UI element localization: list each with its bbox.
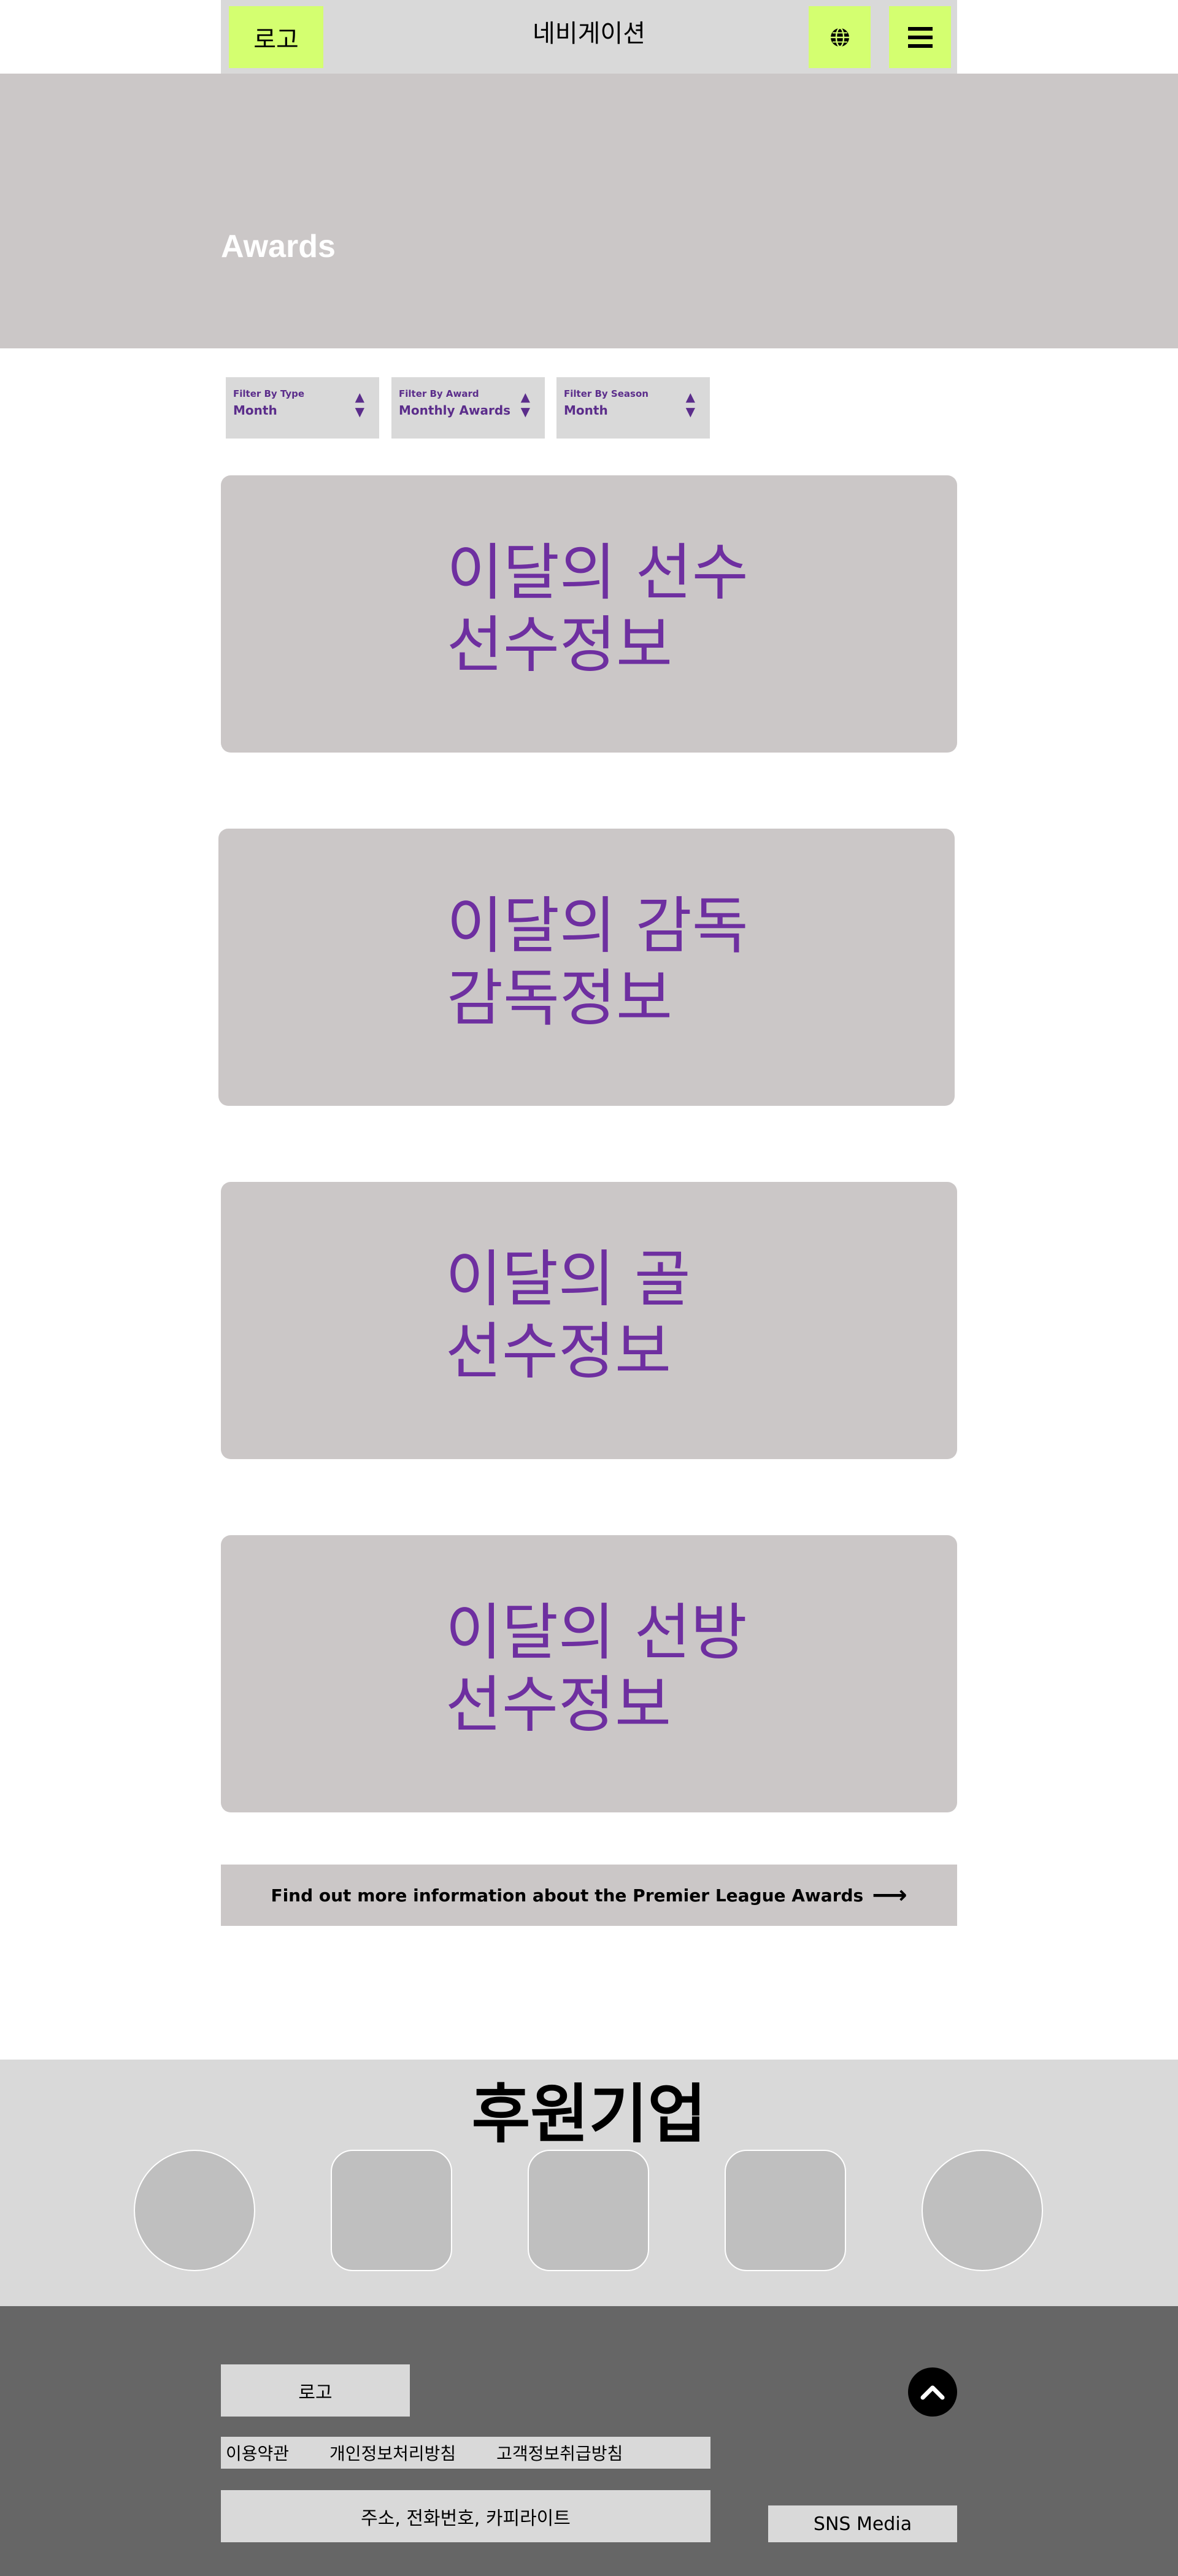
arrow-right-icon: ⟶ (872, 1881, 907, 1909)
logo-label: 로고 (253, 25, 299, 54)
filter-by-season-select[interactable]: Filter By Season Month ▲ ▼ (556, 377, 710, 439)
logo-button[interactable]: 로고 (229, 6, 323, 68)
card-title: 이달의 감독 (447, 890, 749, 962)
globe-icon (830, 27, 849, 47)
award-card-manager-of-month[interactable]: 이달의 감독 감독정보 (218, 829, 955, 1106)
award-card-save-of-month[interactable]: 이달의 선방 선수정보 (221, 1535, 957, 1812)
sponsor-logo[interactable] (134, 2150, 255, 2271)
scroll-to-top-button[interactable] (908, 2367, 957, 2417)
footer-link-privacy[interactable]: 개인정보처리방침 (329, 2440, 456, 2465)
page-title: Awards (221, 229, 336, 264)
chevron-up-icon (920, 2385, 945, 2400)
card-text: 이달의 선수 선수정보 (447, 537, 749, 681)
menu-button[interactable] (889, 6, 951, 68)
footer-logo[interactable]: 로고 (221, 2364, 410, 2417)
language-button[interactable] (809, 6, 871, 68)
sponsor-logo[interactable] (528, 2150, 649, 2271)
footer-link-customer-info[interactable]: 고객정보취급방침 (496, 2440, 623, 2465)
sns-media-button[interactable]: SNS Media (768, 2505, 957, 2542)
footer-link-terms[interactable]: 이용약관 (226, 2440, 289, 2465)
navigation-title: 네비게이션 (533, 20, 645, 48)
more-info-link[interactable]: Find out more information about the Prem… (221, 1865, 957, 1926)
sort-arrows-icon: ▲ ▼ (355, 389, 364, 419)
card-text: 이달의 골 선수정보 (445, 1243, 691, 1388)
sponsor-logo[interactable] (331, 2150, 452, 2271)
more-info-label: Find out more information about the Prem… (271, 1885, 864, 1906)
award-card-goal-of-month[interactable]: 이달의 골 선수정보 (221, 1182, 957, 1459)
card-text: 이달의 선방 선수정보 (445, 1597, 747, 1741)
card-title: 이달의 선수 (447, 537, 749, 608)
card-subtitle: 선수정보 (445, 1316, 671, 1387)
sort-arrows-icon: ▲ ▼ (685, 389, 695, 419)
card-subtitle: 선수정보 (445, 1669, 671, 1741)
card-title: 이달의 선방 (445, 1597, 747, 1668)
card-subtitle: 감독정보 (447, 962, 672, 1034)
footer-address: 주소, 전화번호, 카피라이트 (221, 2490, 710, 2542)
sponsor-title: 후원기업 (471, 2077, 707, 2152)
filter-by-award-select[interactable]: Filter By Award Monthly Awards ▲ ▼ (391, 377, 545, 439)
sns-media-label: SNS Media (813, 2513, 912, 2535)
footer-links: 이용약관 개인정보처리방침 고객정보취급방침 (221, 2437, 710, 2469)
card-title: 이달의 골 (445, 1243, 691, 1315)
card-subtitle: 선수정보 (447, 609, 672, 681)
sort-arrows-icon: ▲ ▼ (520, 389, 530, 419)
filter-by-type-select[interactable]: Filter By Type Month ▲ ▼ (226, 377, 379, 439)
sponsor-logo[interactable] (922, 2150, 1043, 2271)
award-card-player-of-month[interactable]: 이달의 선수 선수정보 (221, 475, 957, 753)
footer-logo-label: 로고 (298, 2382, 333, 2404)
card-text: 이달의 감독 감독정보 (447, 890, 749, 1035)
hamburger-menu-icon (907, 26, 933, 48)
hero-banner (0, 74, 1178, 348)
sponsor-logo[interactable] (725, 2150, 846, 2271)
